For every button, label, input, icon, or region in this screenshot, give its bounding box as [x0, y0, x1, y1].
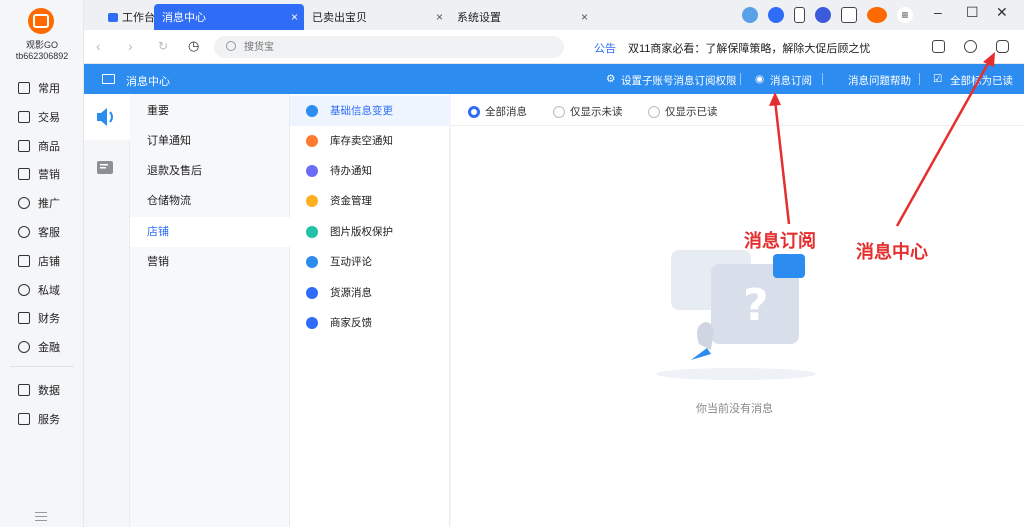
arrow-to-center — [895, 59, 992, 227]
arrow-to-subscribe — [773, 99, 791, 225]
arrowhead — [769, 92, 781, 106]
annotation-center: 消息中心 — [856, 242, 928, 263]
annotation-subscribe: 消息订阅 — [744, 231, 816, 252]
arrowhead — [983, 52, 995, 67]
